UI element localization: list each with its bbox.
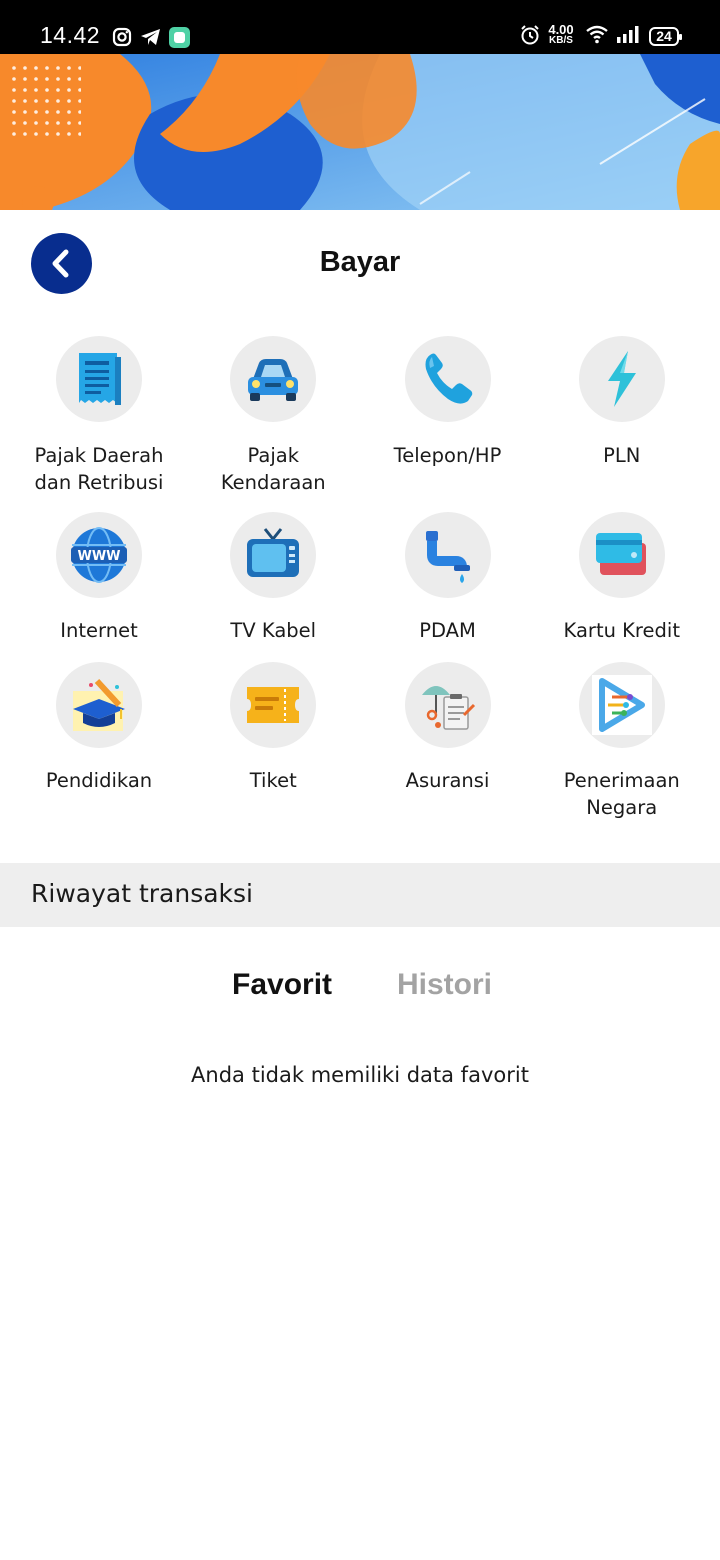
menu-item-penerimaan-negara[interactable]: Penerimaan Negara <box>535 662 709 822</box>
payment-menu-grid: Pajak Daerah dan Retribusi Pajak Kendara… <box>12 336 709 822</box>
header-banner <box>0 54 720 210</box>
menu-item-label: Tiket <box>249 769 297 792</box>
wifi-icon <box>585 24 609 52</box>
menu-item-label: PDAM <box>419 619 476 642</box>
phone-icon <box>404 336 491 422</box>
telegram-icon <box>140 27 160 47</box>
menu-item-kartu-kredit[interactable]: Kartu Kredit <box>535 512 709 662</box>
globe-www-icon: WWW <box>56 512 142 598</box>
car-icon <box>230 336 317 422</box>
menu-item-internet[interactable]: WWW Internet <box>12 512 186 662</box>
menu-item-pajak-kendaraan[interactable]: Pajak Kendaraan <box>186 336 360 512</box>
battery-icon: 24 <box>649 27 682 46</box>
receipt-icon <box>56 336 142 422</box>
menu-item-label: Pajak Kendaraan <box>220 444 326 494</box>
menu-item-pdam[interactable]: PDAM <box>361 512 535 662</box>
menu-item-label: PLN <box>603 444 641 467</box>
menu-item-label: Penerimaan Negara <box>563 769 680 819</box>
menu-item-label: Pendidikan <box>45 769 153 792</box>
tab-histori[interactable]: Histori <box>397 968 492 1002</box>
network-speed: 4.00 KB/S <box>548 22 574 46</box>
state-revenue-icon <box>578 662 665 748</box>
instagram-icon <box>112 27 132 47</box>
lightning-icon <box>578 336 665 422</box>
ticket-icon <box>230 662 317 748</box>
insurance-icon <box>404 662 491 748</box>
svg-text:WWW: WWW <box>77 549 120 564</box>
menu-item-tv-kabel[interactable]: TV Kabel <box>186 512 360 662</box>
tab-favorit[interactable]: Favorit <box>232 968 332 1002</box>
page-title: Bayar <box>319 246 401 278</box>
menu-item-pajak-daerah[interactable]: Pajak Daerah dan Retribusi <box>12 336 186 512</box>
tv-icon <box>230 512 317 598</box>
status-bar: 14.42 4.00 KB/S 24 <box>0 0 720 54</box>
app-icon <box>169 27 190 48</box>
menu-item-label: Telepon/HP <box>393 444 502 467</box>
menu-item-asuransi[interactable]: Asuransi <box>361 662 535 822</box>
menu-item-pln[interactable]: PLN <box>535 336 709 512</box>
water-tap-icon <box>404 512 491 598</box>
menu-item-label: Kartu Kredit <box>563 619 680 642</box>
menu-item-label: TV Kabel <box>230 619 317 642</box>
graduation-cap-icon <box>56 662 142 748</box>
empty-state-message: Anda tidak memiliki data favorit <box>191 1063 529 1087</box>
menu-item-pendidikan[interactable]: Pendidikan <box>12 662 186 822</box>
menu-item-tiket[interactable]: Tiket <box>186 662 360 822</box>
signal-icon <box>616 24 640 52</box>
menu-item-label: Pajak Daerah dan Retribusi <box>34 444 164 494</box>
history-section-title: Riwayat transaksi <box>31 879 253 908</box>
menu-item-telepon-hp[interactable]: Telepon/HP <box>361 336 535 512</box>
alarm-icon <box>519 24 541 52</box>
status-time: 14.42 <box>40 22 101 48</box>
credit-card-icon <box>578 512 665 598</box>
menu-item-label: Asuransi <box>405 769 490 792</box>
menu-item-label: Internet <box>60 619 138 642</box>
